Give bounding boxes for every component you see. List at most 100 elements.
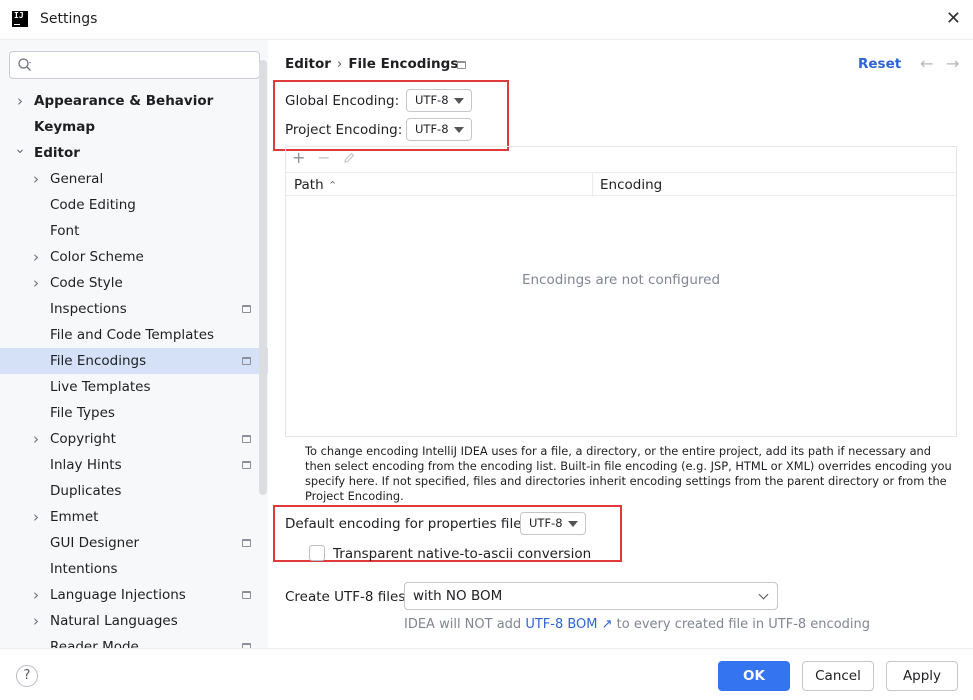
sidebar-item-file-types[interactable]: File Types bbox=[0, 400, 268, 426]
sidebar-item-keymap[interactable]: Keymap bbox=[0, 114, 268, 140]
breadcrumb-parent: Editor bbox=[285, 56, 331, 72]
close-icon[interactable]: ✕ bbox=[946, 8, 961, 29]
sidebar-item-label: Intentions bbox=[50, 561, 118, 577]
empty-table-message: Encodings are not configured bbox=[521, 272, 721, 288]
settings-sidebar: › Appearance & Behavior Keymap ⌄ Editor › Gene… bbox=[0, 40, 268, 648]
sidebar-item-label: Appearance & Behavior bbox=[34, 93, 214, 109]
sidebar-item-reader-mode[interactable]: Reader Mode bbox=[0, 634, 268, 648]
sidebar-item-label: File Types bbox=[50, 405, 115, 421]
sidebar-item-label: Live Templates bbox=[50, 379, 151, 395]
project-scope-icon bbox=[242, 539, 251, 547]
sidebar-item-code-style[interactable]: › Code Style bbox=[0, 270, 268, 296]
dialog-footer: ? OK Cancel Apply bbox=[0, 648, 973, 700]
highlight-box bbox=[273, 80, 509, 151]
forward-arrow-icon[interactable]: → bbox=[946, 54, 959, 73]
remove-icon[interactable]: − bbox=[317, 148, 330, 167]
sidebar-item-general[interactable]: › General bbox=[0, 166, 268, 192]
breadcrumb: Editor › File Encodings bbox=[285, 56, 458, 72]
sidebar-item-label: Natural Languages bbox=[50, 613, 178, 629]
sidebar-item-label: Inspections bbox=[50, 301, 127, 317]
utf8-bom-link[interactable]: UTF-8 BOM ↗ bbox=[525, 617, 612, 632]
sidebar-item-label: GUI Designer bbox=[50, 535, 140, 551]
project-scope-icon bbox=[242, 591, 251, 599]
sidebar-item-natural-languages[interactable]: › Natural Languages bbox=[0, 608, 268, 634]
create-utf8-label: Create UTF-8 files: bbox=[285, 589, 410, 605]
properties-encoding-label: Default encoding for properties files: bbox=[285, 516, 534, 532]
sidebar-item-label: Emmet bbox=[50, 509, 99, 525]
table-toolbar: + − bbox=[286, 147, 956, 171]
sidebar-item-language-injections[interactable]: › Language Injections bbox=[0, 582, 268, 608]
chevron-right-icon[interactable]: › bbox=[30, 426, 42, 452]
chevron-right-icon[interactable]: › bbox=[14, 88, 26, 114]
project-scope-icon bbox=[457, 61, 466, 69]
sidebar-item-emmet[interactable]: › Emmet bbox=[0, 504, 268, 530]
bom-hint: IDEA will NOT add UTF-8 BOM ↗ to every c… bbox=[404, 617, 871, 632]
sidebar-item-color-scheme[interactable]: › Color Scheme bbox=[0, 244, 268, 270]
properties-encoding-select[interactable]: UTF-8 bbox=[520, 512, 586, 535]
sidebar-scrollbar[interactable] bbox=[259, 60, 267, 495]
window-title: Settings bbox=[40, 11, 98, 27]
apply-button[interactable]: Apply bbox=[886, 661, 958, 691]
sidebar-item-label: General bbox=[50, 171, 104, 187]
project-scope-icon bbox=[242, 305, 251, 313]
sidebar-item-label: Editor bbox=[34, 145, 80, 161]
project-scope-icon bbox=[242, 357, 251, 365]
sidebar-item-label: Copyright bbox=[50, 431, 116, 447]
sidebar-item-label: Language Injections bbox=[50, 587, 186, 603]
title-bar: IJ Settings ✕ bbox=[0, 0, 973, 40]
sort-ascending-icon: ⌃ bbox=[327, 179, 338, 192]
sidebar-item-label: Inlay Hints bbox=[50, 457, 122, 473]
sidebar-item-label: File and Code Templates bbox=[50, 327, 215, 343]
sidebar-item-duplicates[interactable]: Duplicates bbox=[0, 478, 268, 504]
sidebar-item-label: Duplicates bbox=[50, 483, 122, 499]
chevron-right-icon[interactable]: › bbox=[30, 270, 42, 296]
sidebar-item-inlay-hints[interactable]: Inlay Hints bbox=[0, 452, 268, 478]
back-arrow-icon[interactable]: ← bbox=[920, 54, 933, 73]
sidebar-item-live-templates[interactable]: Live Templates bbox=[0, 374, 268, 400]
cancel-button[interactable]: Cancel bbox=[802, 661, 874, 691]
sidebar-item-file-and-code-templates[interactable]: File and Code Templates bbox=[0, 322, 268, 348]
breadcrumb-current: File Encodings bbox=[348, 56, 459, 72]
create-utf8-select[interactable]: with NO BOM bbox=[404, 582, 778, 610]
column-header-path[interactable]: Path ⌃ bbox=[294, 177, 337, 193]
settings-tree: › Appearance & Behavior Keymap ⌄ Editor › Gene… bbox=[0, 88, 268, 648]
ok-button[interactable]: OK bbox=[718, 661, 790, 691]
chevron-down-icon[interactable]: ⌄ bbox=[14, 136, 26, 162]
global-encoding-select[interactable]: UTF-8 bbox=[406, 89, 472, 112]
add-icon[interactable]: + bbox=[292, 148, 305, 167]
sidebar-item-appearance-behavior[interactable]: › Appearance & Behavior bbox=[0, 88, 268, 114]
breadcrumb-separator: › bbox=[336, 56, 343, 72]
chevron-right-icon[interactable]: › bbox=[30, 608, 42, 634]
sidebar-item-file-encodings[interactable]: File Encodings bbox=[0, 348, 268, 374]
chevron-right-icon[interactable]: › bbox=[30, 504, 42, 530]
reset-link[interactable]: Reset bbox=[858, 56, 901, 72]
project-encoding-select[interactable]: UTF-8 bbox=[406, 118, 472, 141]
sidebar-item-label: Code Editing bbox=[50, 197, 136, 213]
search-icon bbox=[18, 58, 31, 71]
sidebar-item-code-editing[interactable]: Code Editing bbox=[0, 192, 268, 218]
sidebar-item-copyright[interactable]: › Copyright bbox=[0, 426, 268, 452]
sidebar-item-editor[interactable]: ⌄ Editor bbox=[0, 140, 268, 166]
dropdown-caret-icon bbox=[454, 98, 464, 104]
sidebar-item-label: File Encodings bbox=[50, 353, 147, 369]
chevron-down-icon bbox=[758, 589, 769, 600]
search-input[interactable] bbox=[9, 51, 260, 79]
sidebar-item-inspections[interactable]: Inspections bbox=[0, 296, 268, 322]
chevron-right-icon[interactable]: › bbox=[30, 582, 42, 608]
sidebar-item-font[interactable]: Font bbox=[0, 218, 268, 244]
chevron-right-icon[interactable]: › bbox=[30, 166, 42, 192]
table-header: Path ⌃ Encoding bbox=[286, 172, 956, 197]
intellij-logo-icon: IJ bbox=[12, 11, 28, 27]
help-icon[interactable]: ? bbox=[16, 665, 38, 687]
sidebar-item-intentions[interactable]: Intentions bbox=[0, 556, 268, 582]
edit-pencil-icon[interactable] bbox=[342, 151, 356, 165]
chevron-right-icon[interactable]: › bbox=[30, 244, 42, 270]
dropdown-caret-icon bbox=[454, 127, 464, 133]
sidebar-item-label: Font bbox=[50, 223, 80, 239]
transparent-conversion-checkbox[interactable] bbox=[309, 545, 325, 561]
column-header-encoding[interactable]: Encoding bbox=[600, 177, 662, 193]
sidebar-item-label: Code Style bbox=[50, 275, 123, 291]
encodings-table: + − Path ⌃ Encoding Encodings are not co… bbox=[285, 146, 957, 437]
sidebar-item-gui-designer[interactable]: GUI Designer bbox=[0, 530, 268, 556]
project-scope-icon bbox=[242, 461, 251, 469]
